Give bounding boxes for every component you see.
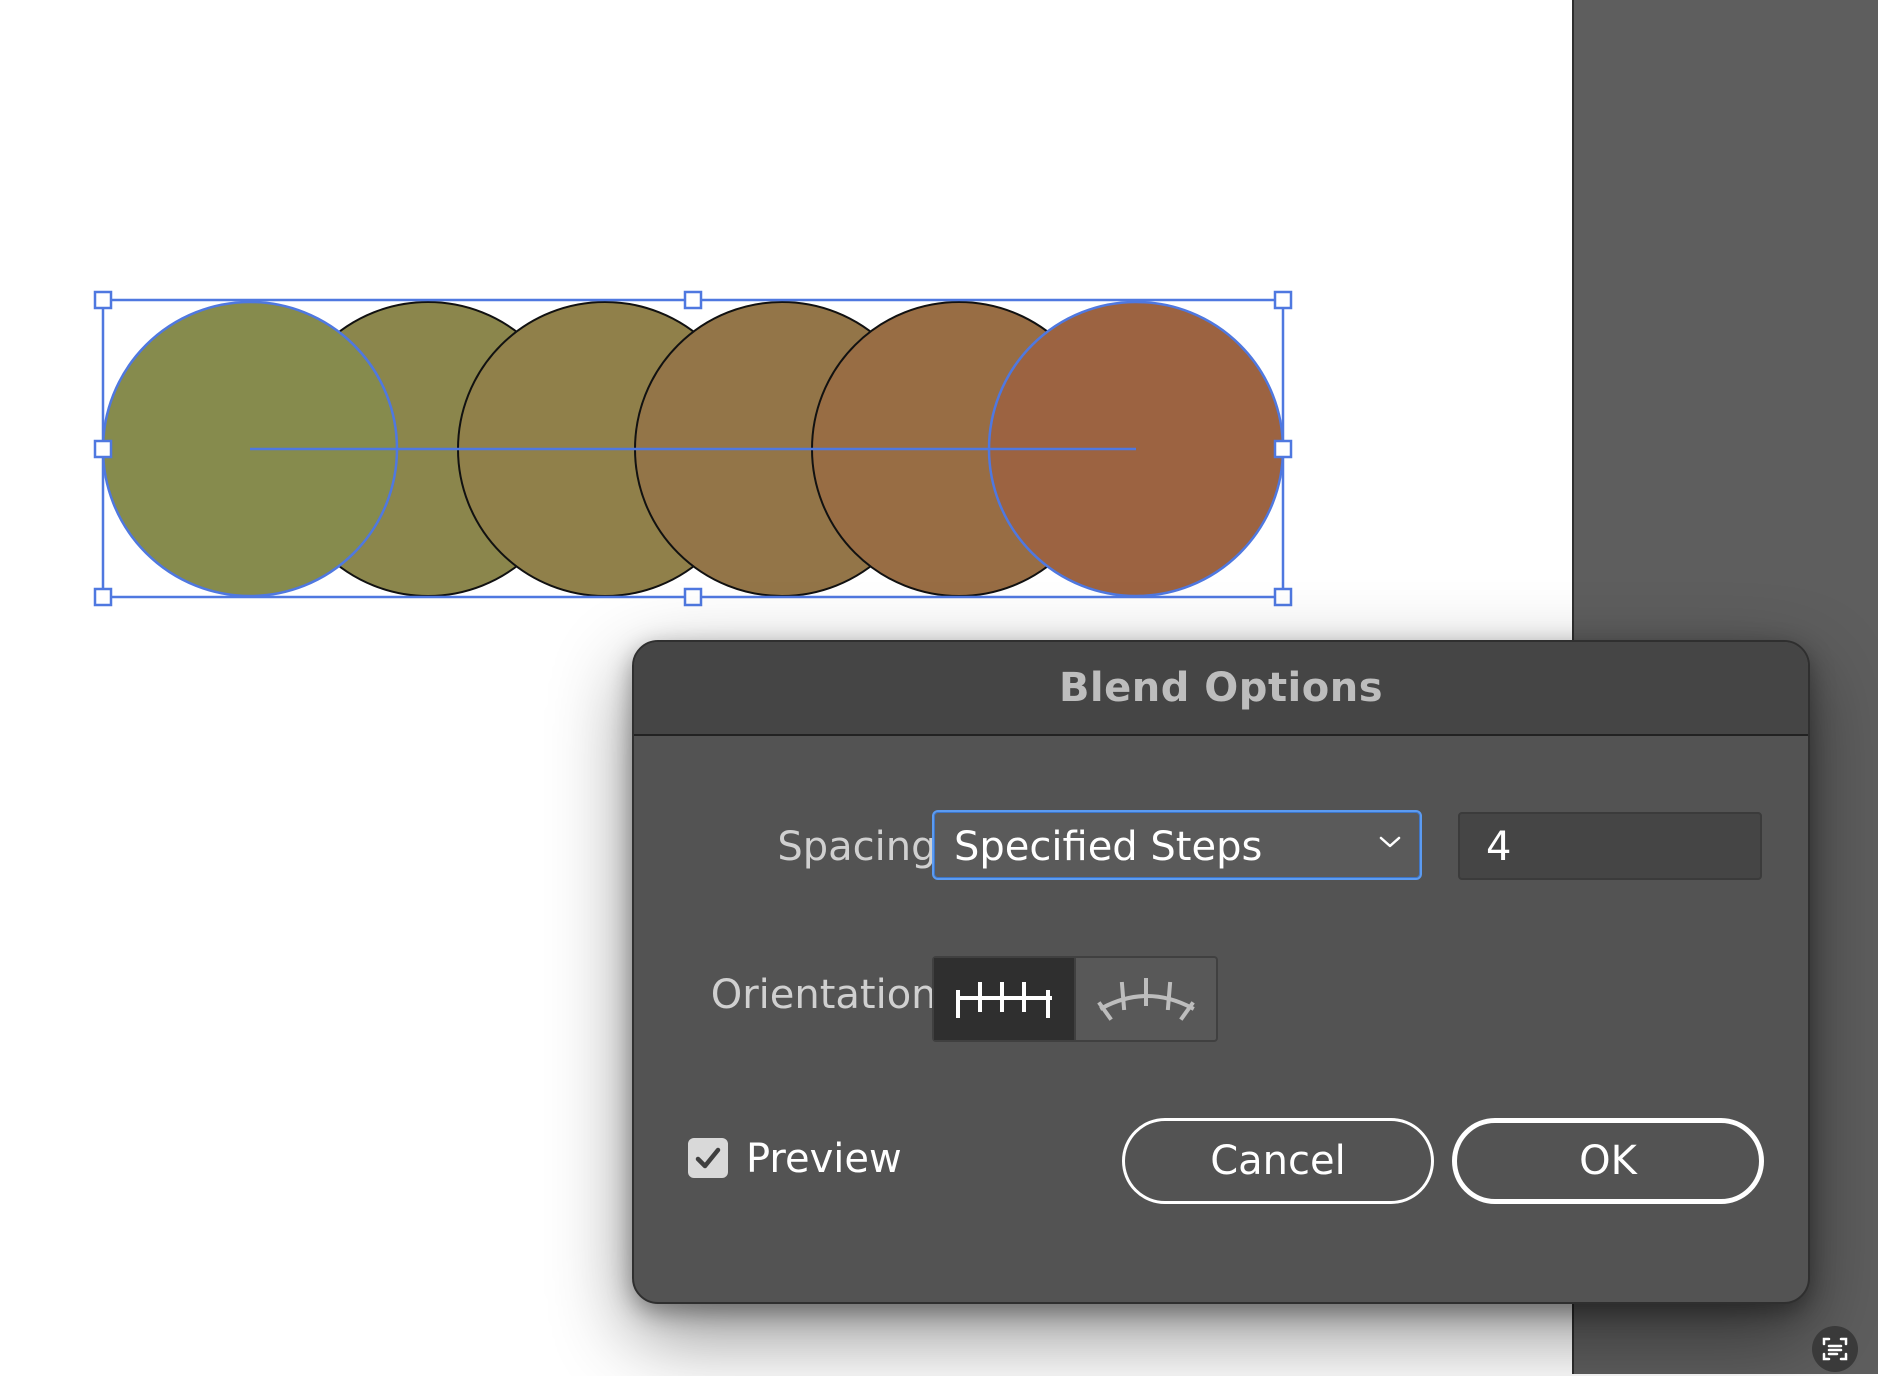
handle-bottom-left[interactable] (93, 587, 113, 607)
checkmark-icon (695, 1147, 721, 1169)
spacing-dropdown-value: Specified Steps (954, 824, 1263, 870)
screen-capture-icon[interactable] (1812, 1326, 1858, 1372)
orientation-align-to-page-button[interactable] (934, 958, 1074, 1040)
dialog-titlebar[interactable]: Blend Options (634, 642, 1808, 736)
align-to-path-icon (1097, 978, 1195, 1021)
blend-object[interactable] (0, 0, 1300, 620)
preview-label[interactable]: Preview (746, 1136, 902, 1182)
spacing-dropdown[interactable]: Specified Steps (932, 810, 1422, 880)
preview-checkbox[interactable] (688, 1138, 728, 1178)
chevron-down-icon (1379, 836, 1401, 848)
specified-steps-input[interactable]: 4 (1458, 812, 1762, 880)
orientation-align-to-path-button[interactable] (1074, 958, 1216, 1040)
text-capture-icon (1822, 1337, 1848, 1361)
spacing-label: Spacing: (777, 824, 950, 870)
handle-middle-right[interactable] (1273, 439, 1293, 459)
handle-middle-left[interactable] (93, 439, 113, 459)
handle-top-right[interactable] (1273, 290, 1293, 310)
handle-bottom-center[interactable] (683, 587, 703, 607)
ok-button[interactable]: OK (1452, 1118, 1764, 1204)
cancel-button[interactable]: Cancel (1122, 1118, 1434, 1204)
handle-top-left[interactable] (93, 290, 113, 310)
align-to-page-icon (956, 982, 1052, 1018)
orientation-segmented-control (932, 956, 1218, 1042)
handle-bottom-right[interactable] (1273, 587, 1293, 607)
handle-top-center[interactable] (683, 290, 703, 310)
dialog-title: Blend Options (1058, 665, 1384, 711)
orientation-label: Orientation: (710, 972, 950, 1018)
blend-options-dialog: Blend Options Spacing: Specified Steps 4… (632, 640, 1810, 1304)
